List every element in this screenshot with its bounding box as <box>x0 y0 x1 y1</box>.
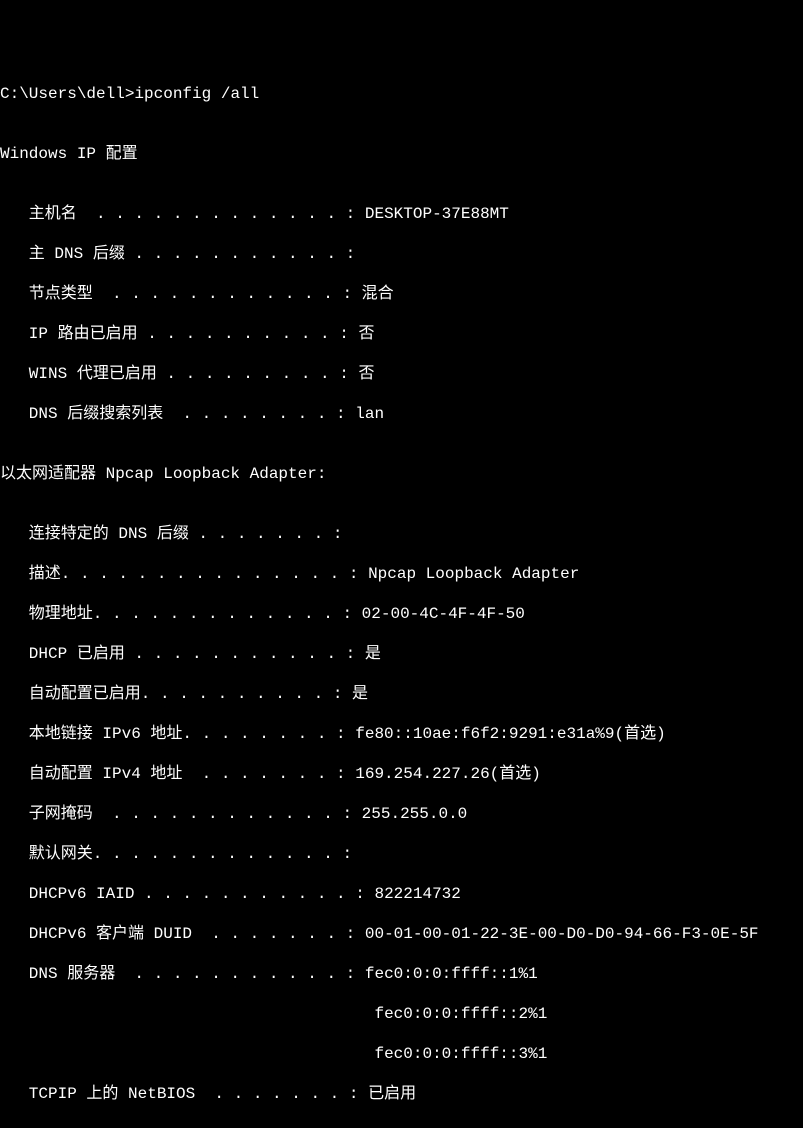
wins-proxy-row: WINS 代理已启用 . . . . . . . . . : 否 <box>0 364 803 384</box>
subnet-mask-row: 子网掩码 . . . . . . . . . . . . : 255.255.0… <box>0 804 803 824</box>
physical-address-row: 物理地址. . . . . . . . . . . . . : 02-00-4C… <box>0 604 803 624</box>
ipv6-address-row: 本地链接 IPv6 地址. . . . . . . . : fe80::10ae… <box>0 724 803 744</box>
autoconfig-enabled-label: 自动配置已启用. . . . . . . . . . : <box>0 685 352 703</box>
dhcpv6-duid-label: DHCPv6 客户端 DUID . . . . . . . : <box>0 925 365 943</box>
autoconfig-enabled-row: 自动配置已启用. . . . . . . . . . : 是 <box>0 684 803 704</box>
ipv4-address-row: 自动配置 IPv4 地址 . . . . . . . : 169.254.227… <box>0 764 803 784</box>
node-type-label: 节点类型 . . . . . . . . . . . . : <box>0 285 362 303</box>
ipv6-address-value: fe80::10ae:f6f2:9291:e31a%9(首选) <box>355 725 665 743</box>
dns-suffix-list-label: DNS 后缀搜索列表 . . . . . . . . : <box>0 405 355 423</box>
hostname-label: 主机名 . . . . . . . . . . . . . : <box>0 205 365 223</box>
dns-servers-row-1: DNS 服务器 . . . . . . . . . . . : fec0:0:0… <box>0 964 803 984</box>
ipv6-address-label: 本地链接 IPv6 地址. . . . . . . . : <box>0 725 355 743</box>
description-row: 描述. . . . . . . . . . . . . . . : Npcap … <box>0 564 803 584</box>
wins-proxy-label: WINS 代理已启用 . . . . . . . . . : <box>0 365 358 383</box>
netbios-label: TCPIP 上的 NetBIOS . . . . . . . : <box>0 1085 368 1103</box>
primary-dns-suffix-row: 主 DNS 后缀 . . . . . . . . . . . : <box>0 244 803 264</box>
dns-indent <box>0 1045 374 1063</box>
adapter-header: 以太网适配器 Npcap Loopback Adapter: <box>0 464 803 484</box>
hostname-row: 主机名 . . . . . . . . . . . . . : DESKTOP-… <box>0 204 803 224</box>
ipv4-address-value: 169.254.227.26(首选) <box>355 765 541 783</box>
netbios-value: 已启用 <box>368 1085 416 1103</box>
dhcp-enabled-row: DHCP 已启用 . . . . . . . . . . . : 是 <box>0 644 803 664</box>
dns-server-value-1: fec0:0:0:ffff::1%1 <box>365 965 538 983</box>
physical-address-label: 物理地址. . . . . . . . . . . . . : <box>0 605 362 623</box>
description-label: 描述. . . . . . . . . . . . . . . : <box>0 565 368 583</box>
dns-suffix-list-value: lan <box>355 405 384 423</box>
description-value: Npcap Loopback Adapter <box>368 565 579 583</box>
dhcp-enabled-value: 是 <box>365 645 381 663</box>
hostname-value: DESKTOP-37E88MT <box>365 205 509 223</box>
subnet-mask-label: 子网掩码 . . . . . . . . . . . . : <box>0 805 362 823</box>
dhcp-enabled-label: DHCP 已启用 . . . . . . . . . . . : <box>0 645 365 663</box>
dns-servers-label: DNS 服务器 . . . . . . . . . . . : <box>0 965 365 983</box>
dns-server-value-2: fec0:0:0:ffff::2%1 <box>374 1005 547 1023</box>
ipv4-address-label: 自动配置 IPv4 地址 . . . . . . . : <box>0 765 355 783</box>
ip-config-header: Windows IP 配置 <box>0 144 803 164</box>
dhcpv6-iaid-label: DHCPv6 IAID . . . . . . . . . . . : <box>0 885 374 903</box>
netbios-row: TCPIP 上的 NetBIOS . . . . . . . : 已启用 <box>0 1084 803 1104</box>
autoconfig-enabled-value: 是 <box>352 685 368 703</box>
ip-routing-row: IP 路由已启用 . . . . . . . . . . : 否 <box>0 324 803 344</box>
dns-server-value-3: fec0:0:0:ffff::3%1 <box>374 1045 547 1063</box>
dns-servers-row-3: fec0:0:0:ffff::3%1 <box>0 1044 803 1064</box>
connection-dns-suffix-row: 连接特定的 DNS 后缀 . . . . . . . : <box>0 524 803 544</box>
dhcpv6-iaid-row: DHCPv6 IAID . . . . . . . . . . . : 8222… <box>0 884 803 904</box>
ip-routing-value: 否 <box>358 325 374 343</box>
command-prompt-line: C:\Users\dell>ipconfig /all <box>0 84 803 104</box>
wins-proxy-value: 否 <box>358 365 374 383</box>
dns-indent <box>0 1005 374 1023</box>
node-type-row: 节点类型 . . . . . . . . . . . . : 混合 <box>0 284 803 304</box>
default-gateway-row: 默认网关. . . . . . . . . . . . . : <box>0 844 803 864</box>
node-type-value: 混合 <box>362 285 394 303</box>
dns-servers-row-2: fec0:0:0:ffff::2%1 <box>0 1004 803 1024</box>
dns-suffix-list-row: DNS 后缀搜索列表 . . . . . . . . : lan <box>0 404 803 424</box>
physical-address-value: 02-00-4C-4F-4F-50 <box>362 605 525 623</box>
subnet-mask-value: 255.255.0.0 <box>362 805 468 823</box>
ip-routing-label: IP 路由已启用 . . . . . . . . . . : <box>0 325 358 343</box>
dhcpv6-duid-row: DHCPv6 客户端 DUID . . . . . . . : 00-01-00… <box>0 924 803 944</box>
dhcpv6-iaid-value: 822214732 <box>374 885 460 903</box>
dhcpv6-duid-value: 00-01-00-01-22-3E-00-D0-D0-94-66-F3-0E-5… <box>365 925 759 943</box>
